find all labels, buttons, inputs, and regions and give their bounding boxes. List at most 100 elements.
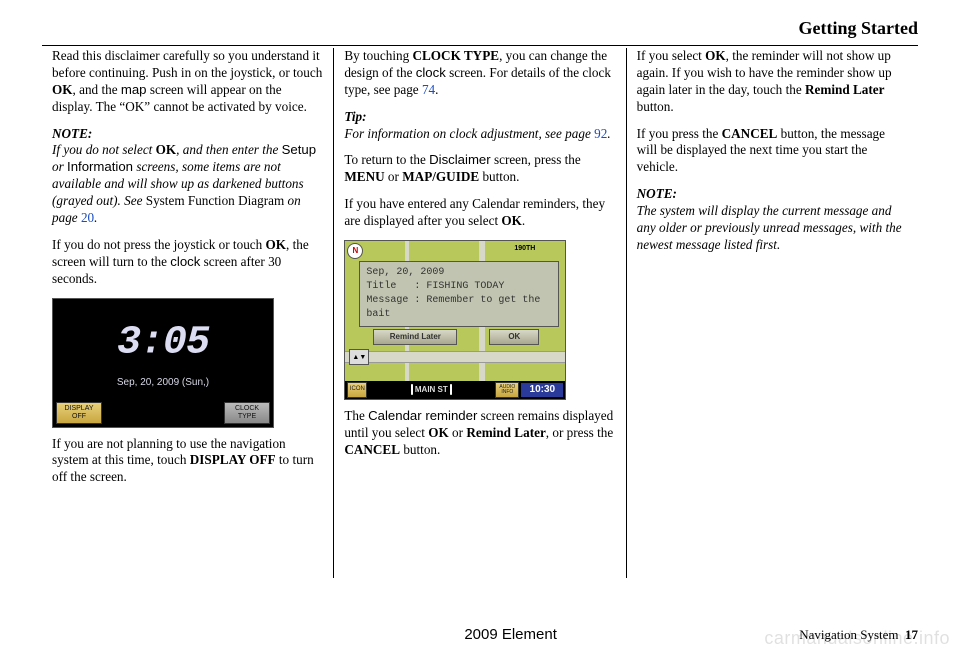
- text: To return to the: [344, 152, 429, 167]
- text: If you do not select: [52, 142, 156, 157]
- ok-bold: OK: [705, 48, 726, 63]
- popup-title-row: Title: FISHING TODAY: [366, 280, 552, 294]
- ok-bold: OK: [501, 213, 522, 228]
- text: .: [522, 213, 525, 228]
- ok-bold: OK: [428, 425, 449, 440]
- watermark: carmanualsonline.info: [764, 628, 950, 649]
- reminder-popup: Sep, 20, 2009 Title: FISHING TODAY Messa…: [359, 261, 559, 327]
- text: , or press the: [546, 425, 613, 440]
- text: , and then enter the: [176, 142, 281, 157]
- text: If you select: [637, 48, 705, 63]
- text: The system will display the current mess…: [637, 203, 902, 252]
- c1-p3: If you do not press the joystick or touc…: [52, 237, 323, 288]
- cancel-bold: CANCEL: [344, 442, 400, 457]
- c2-tip: Tip: For information on clock adjustment…: [344, 109, 615, 143]
- text: .: [435, 82, 438, 97]
- text: .: [94, 210, 97, 225]
- c1-note: NOTE: If you do not select OK, and then …: [52, 126, 323, 227]
- popup-title-label: Title: [366, 280, 414, 294]
- clocktype-bold: CLOCK TYPE: [412, 48, 499, 63]
- note-label: NOTE:: [637, 186, 908, 203]
- audio-info-button[interactable]: AUDIO INFO: [495, 382, 519, 398]
- display-off-button[interactable]: DISPLAY OFF: [56, 402, 102, 423]
- page-link-20[interactable]: 20: [81, 210, 94, 225]
- clock-sans: clock: [170, 254, 200, 269]
- c1-p4: If you are not planning to use the navig…: [52, 436, 323, 487]
- text: or: [385, 169, 403, 184]
- columns: Read this disclaimer carefully so you un…: [42, 48, 918, 578]
- map-road: [345, 351, 565, 363]
- info-sans: Information: [67, 159, 133, 174]
- column-1: Read this disclaimer carefully so you un…: [42, 48, 333, 578]
- text: The: [344, 408, 368, 423]
- setup-sans: Setup: [282, 142, 316, 157]
- text: By touching: [344, 48, 412, 63]
- street-label-190th: 190TH: [514, 245, 535, 254]
- icon-button[interactable]: ICON: [347, 382, 367, 398]
- clock-date: Sep, 20, 2009 (Sun,): [117, 377, 209, 390]
- text: .: [607, 126, 610, 141]
- ok-bold: OK: [156, 142, 177, 157]
- page-title: Getting Started: [42, 18, 918, 39]
- note-label: NOTE:: [52, 126, 323, 143]
- reminder-map-screen: N 190TH ▲▼ Sep, 20, 2009 Title: FISHING …: [344, 240, 566, 400]
- c3-p2: If you press the CANCEL button, the mess…: [637, 126, 908, 177]
- text: button.: [400, 442, 440, 457]
- text: If you do not press the joystick or touc…: [52, 237, 266, 252]
- text: If you press the: [637, 126, 722, 141]
- popup-msg-label: Message: [366, 294, 414, 308]
- north-icon[interactable]: N: [347, 243, 363, 259]
- ok-bold: OK: [52, 82, 73, 97]
- street-name: MAIN ST: [415, 385, 448, 394]
- clock-time: 3:05: [117, 317, 209, 368]
- remind-later-bold: Remind Later: [466, 425, 545, 440]
- popup-title-value: : FISHING TODAY: [414, 281, 504, 292]
- route-shield-icon: [450, 384, 452, 395]
- c2-p4: If you have entered any Calendar reminde…: [344, 196, 615, 230]
- cancel-bold: CANCEL: [722, 126, 778, 141]
- c1-p1: Read this disclaimer carefully so you un…: [52, 48, 323, 116]
- ok-bold: OK: [266, 237, 287, 252]
- clock-sans: clock: [416, 65, 446, 80]
- column-2: By touching CLOCK TYPE, you can change t…: [333, 48, 625, 578]
- c3-note: NOTE: The system will display the curren…: [637, 186, 908, 254]
- clock-screen: 3:05 Sep, 20, 2009 (Sun,) DISPLAY OFF CL…: [52, 298, 274, 428]
- map-sans: map: [121, 82, 147, 97]
- text: screen, press the: [491, 152, 581, 167]
- text: button.: [637, 99, 674, 114]
- route-shield-icon: [411, 384, 413, 395]
- map-time: 10:30: [521, 383, 563, 397]
- tip-label: Tip:: [344, 109, 615, 126]
- column-3: If you select OK, the reminder will not …: [626, 48, 918, 578]
- text: System Function Diagram: [146, 193, 284, 208]
- footer-model: 2009 Element: [222, 626, 799, 643]
- popup-date: Sep, 20, 2009: [366, 266, 552, 280]
- c2-p1: By touching CLOCK TYPE, you can change t…: [344, 48, 615, 99]
- ok-button[interactable]: OK: [489, 329, 539, 345]
- text: If you have entered any Calendar reminde…: [344, 196, 605, 228]
- disclaimer-sans: Disclaimer: [429, 152, 491, 167]
- header-rule: [42, 45, 918, 46]
- clock-type-button[interactable]: CLOCK TYPE: [224, 402, 270, 423]
- menu-bold: MENU: [344, 169, 384, 184]
- text: button.: [479, 169, 519, 184]
- text: or: [52, 159, 67, 174]
- display-off-bold: DISPLAY OFF: [190, 452, 276, 467]
- calendar-reminder-sans: Calendar reminder: [368, 408, 477, 423]
- remind-later-bold: Remind Later: [805, 82, 884, 97]
- page-link-92[interactable]: 92: [594, 126, 607, 141]
- remind-later-button[interactable]: Remind Later: [373, 329, 457, 345]
- mapguide-bold: MAP/GUIDE: [402, 169, 479, 184]
- c2-p3: To return to the Disclaimer screen, pres…: [344, 152, 615, 186]
- zoom-control[interactable]: ▲▼: [349, 349, 369, 365]
- text: , and the: [73, 82, 121, 97]
- page-link-74[interactable]: 74: [422, 82, 435, 97]
- map-footer: ICON MAIN ST AUDIO INFO 10:30: [345, 381, 565, 399]
- c3-p1: If you select OK, the reminder will not …: [637, 48, 908, 116]
- text: or: [449, 425, 467, 440]
- c2-p5: The Calendar reminder screen remains dis…: [344, 408, 615, 459]
- text: Read this disclaimer carefully so you un…: [52, 48, 322, 80]
- popup-msg-row: Message: Remember to get the bait: [366, 294, 552, 322]
- current-street: MAIN ST: [367, 385, 495, 395]
- text: For information on clock adjustment, see…: [344, 126, 594, 141]
